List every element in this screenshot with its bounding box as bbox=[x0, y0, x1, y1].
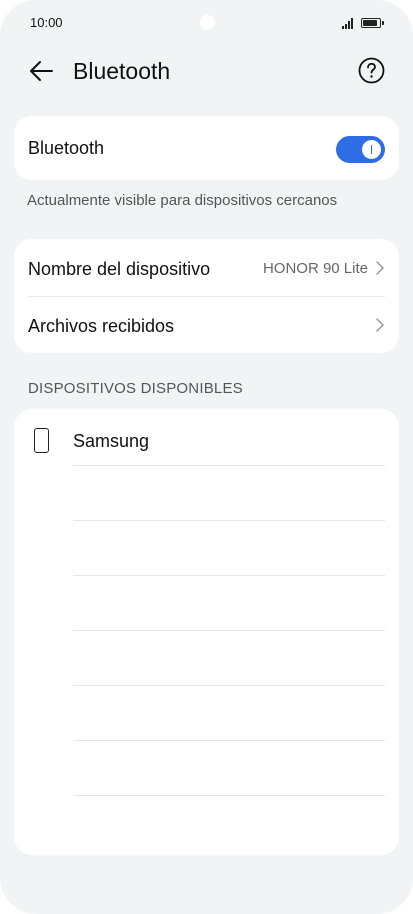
device-name-value: HONOR 90 Lite bbox=[262, 260, 368, 277]
device-item-label: Samsung bbox=[73, 431, 150, 451]
received-files-row[interactable]: Archivos recibidos bbox=[14, 296, 399, 353]
phone-screen: 10:00 Bluetooth Bluetooth Actualmente vi… bbox=[0, 0, 413, 914]
phone-icon bbox=[34, 428, 49, 453]
signal-icon bbox=[342, 18, 356, 29]
device-settings-card: Nombre del dispositivo HONOR 90 Lite Arc… bbox=[14, 239, 399, 353]
list-divider bbox=[73, 520, 385, 521]
device-name-label: Nombre del dispositivo bbox=[28, 259, 211, 279]
device-item-samsung[interactable]: Samsung bbox=[14, 411, 399, 466]
received-files-label: Archivos recibidos bbox=[28, 316, 175, 336]
list-divider bbox=[73, 740, 385, 741]
toggle-knob bbox=[362, 140, 381, 159]
battery-icon bbox=[361, 18, 384, 28]
bluetooth-toggle[interactable] bbox=[336, 136, 385, 163]
visibility-text: Actualmente visible para dispositivos ce… bbox=[27, 192, 338, 209]
status-time: 10:00 bbox=[30, 15, 63, 30]
chevron-right-icon bbox=[375, 317, 385, 333]
status-bar: 10:00 bbox=[0, 0, 413, 44]
list-divider bbox=[73, 795, 385, 796]
available-devices-title: DISPOSITIVOS DISPONIBLES bbox=[28, 380, 243, 397]
page-title: Bluetooth bbox=[73, 58, 171, 84]
bluetooth-card: Bluetooth bbox=[14, 116, 399, 180]
chevron-right-icon bbox=[375, 260, 385, 276]
help-icon[interactable] bbox=[358, 57, 385, 84]
back-arrow-icon[interactable] bbox=[26, 56, 56, 86]
bluetooth-label: Bluetooth bbox=[28, 138, 105, 158]
camera-cutout bbox=[200, 15, 215, 30]
list-divider bbox=[73, 685, 385, 686]
device-name-row[interactable]: Nombre del dispositivo HONOR 90 Lite bbox=[14, 239, 399, 297]
list-divider bbox=[73, 465, 385, 466]
available-devices-card: Samsung bbox=[14, 409, 399, 855]
list-divider bbox=[73, 575, 385, 576]
list-divider bbox=[73, 630, 385, 631]
